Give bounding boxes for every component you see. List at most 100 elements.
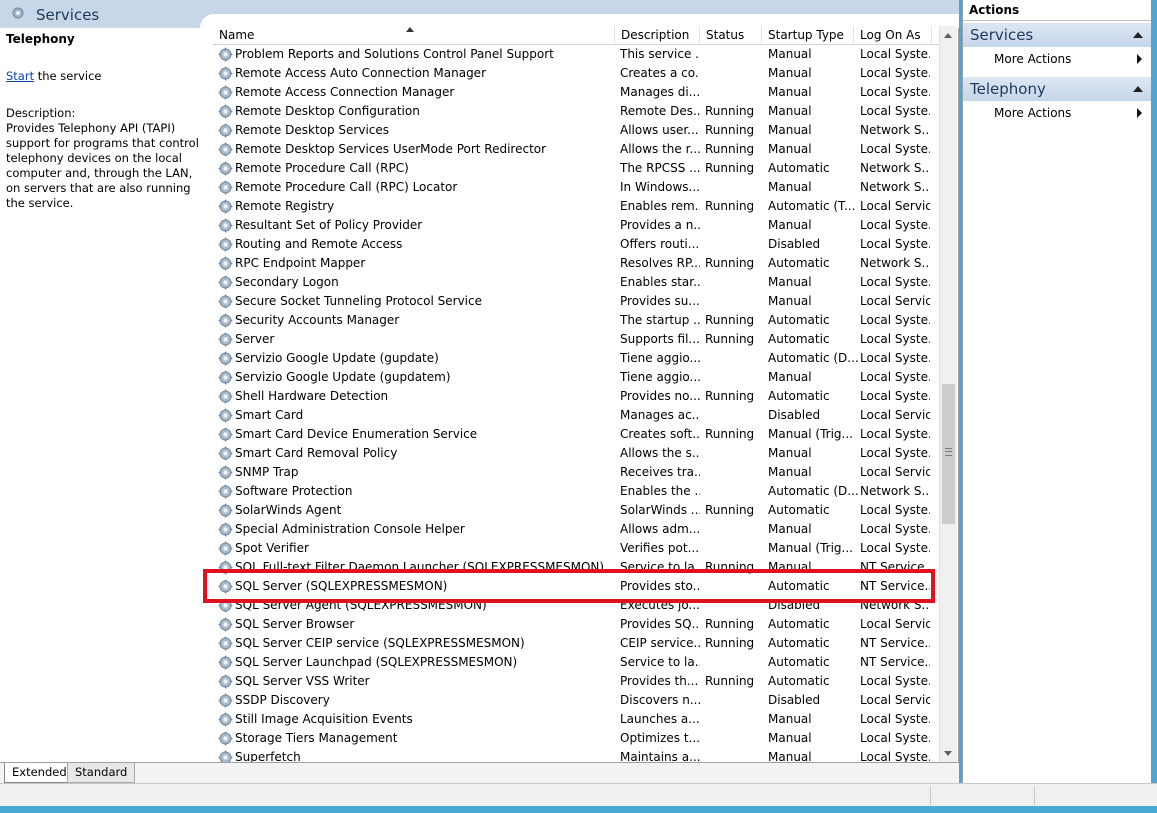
start-service-link[interactable]: Start (6, 69, 34, 83)
tab-standard[interactable]: Standard (67, 763, 136, 783)
service-status-cell: Running (705, 313, 755, 327)
service-startup-type-cell: Automatic (768, 617, 830, 631)
service-description-cell: Resolves RP... (620, 256, 700, 270)
table-row[interactable]: Servizio Google Update (gupdatem) Tiene a… (213, 368, 941, 387)
service-name-cell: SSDP Discovery (235, 693, 330, 707)
scroll-up-button[interactable] (940, 27, 957, 44)
table-row[interactable]: Security Accounts Manager The startup ...… (213, 311, 941, 330)
collapse-icon[interactable] (1133, 32, 1143, 38)
service-startup-type-cell: Manual (768, 370, 812, 384)
actions-group-telephony[interactable]: Telephony (963, 77, 1151, 101)
actions-group-services[interactable]: Services (963, 23, 1151, 47)
table-row[interactable]: Shell Hardware Detection Provides no... Ru… (213, 387, 941, 406)
service-startup-type-cell: Automatic (T... (768, 199, 856, 213)
table-row[interactable]: Problem Reports and Solutions Control Pa… (213, 45, 941, 64)
table-row[interactable]: SolarWinds Agent SolarWinds ... Running Aut… (213, 501, 941, 520)
gear-icon (218, 693, 233, 708)
more-actions-services[interactable]: More Actions (963, 47, 1151, 71)
table-row[interactable]: Spot Verifier Verifies pot... Manual (Trig… (213, 539, 941, 558)
service-name-cell: Remote Desktop Services UserMode Port Re… (235, 142, 547, 156)
chevron-down-icon (944, 751, 952, 756)
table-row[interactable]: Storage Tiers Management Optimizes t... Ma… (213, 729, 941, 748)
gear-icon (218, 579, 233, 594)
table-row[interactable]: SQL Server Launchpad (SQLEXPRESSMESMON) S… (213, 653, 941, 672)
service-logon-cell: NT Service... (860, 636, 930, 650)
service-startup-type-cell: Manual (Trig... (768, 427, 853, 441)
service-name-cell: SQL Full-text Filter Daemon Launcher (SQ… (235, 560, 605, 574)
scrollbar-thumb[interactable] (942, 384, 955, 524)
table-row[interactable]: Remote Procedure Call (RPC) The RPCSS ...… (213, 159, 941, 178)
service-logon-cell: Local Syste... (860, 47, 930, 61)
gear-icon (218, 636, 233, 651)
table-row[interactable]: SQL Server Agent (SQLEXPRESSMESMON) Execu… (213, 596, 941, 615)
service-status-cell: Running (705, 104, 755, 118)
service-status-cell (705, 653, 765, 672)
service-description-cell: Verifies pot... (620, 541, 700, 555)
service-description-cell: Optimizes t... (620, 731, 700, 745)
table-row[interactable]: Remote Desktop Services UserMode Port Re… (213, 140, 941, 159)
service-startup-type-cell: Automatic (768, 332, 830, 346)
table-row[interactable]: Servizio Google Update (gupdate) Tiene ag… (213, 349, 941, 368)
service-name-cell: RPC Endpoint Mapper (235, 256, 366, 270)
table-row[interactable]: Remote Registry Enables rem... Running Auto… (213, 197, 941, 216)
service-logon-cell: Network S... (860, 598, 930, 612)
table-row[interactable]: SNMP Trap Receives tra... Manual Local Serv… (213, 463, 941, 482)
table-row[interactable]: SQL Server CEIP service (SQLEXPRESSMESMO… (213, 634, 941, 653)
service-status-cell: Running (705, 389, 755, 403)
status-bar (0, 783, 1157, 806)
column-header-name[interactable]: Name (213, 26, 615, 45)
table-row[interactable]: Secure Socket Tunneling Protocol Service… (213, 292, 941, 311)
service-description-cell: Provides th... (620, 674, 699, 688)
collapse-icon[interactable] (1133, 86, 1143, 92)
column-header-description[interactable]: Description (615, 26, 700, 45)
more-actions-telephony[interactable]: More Actions (963, 101, 1151, 125)
table-row[interactable]: SSDP Discovery Discovers n... Disabled Loca… (213, 691, 941, 710)
vertical-scrollbar[interactable] (939, 26, 957, 762)
service-status-cell (705, 482, 765, 501)
gear-icon (218, 180, 233, 195)
table-row[interactable]: SQL Server (SQLEXPRESSMESMON) Provides st… (213, 577, 941, 596)
table-row[interactable]: SQL Server VSS Writer Provides th... Runni… (213, 672, 941, 691)
table-row[interactable]: Smart Card Device Enumeration Service Cre… (213, 425, 941, 444)
table-row[interactable]: Smart Card Manages ac... Disabled Local Ser… (213, 406, 941, 425)
service-logon-cell: Local Syste... (860, 712, 930, 726)
service-description-cell: Allows the s... (620, 446, 700, 460)
gear-icon (218, 446, 233, 461)
table-row[interactable]: Secondary Logon Enables star... Manual Loca… (213, 273, 941, 292)
gear-icon (218, 617, 233, 632)
table-row[interactable]: Smart Card Removal Policy Allows the s...… (213, 444, 941, 463)
table-row[interactable]: Software Protection Enables the ... Automa… (213, 482, 941, 501)
table-row[interactable]: SQL Full-text Filter Daemon Launcher (SQ… (213, 558, 941, 577)
table-row[interactable]: Remote Access Connection Manager Manages … (213, 83, 941, 102)
table-row[interactable]: RPC Endpoint Mapper Resolves RP... Running… (213, 254, 941, 273)
scroll-down-button[interactable] (940, 745, 957, 762)
gear-icon (218, 237, 233, 252)
service-description-cell: Provides SQ... (620, 617, 700, 631)
table-row[interactable]: Superfetch Maintains a... Manual Local Syst… (213, 748, 941, 762)
table-row[interactable]: Remote Desktop Services Allows user... Run… (213, 121, 941, 140)
tab-extended[interactable]: Extended (4, 763, 75, 783)
actions-title: Actions (963, 0, 1151, 21)
table-row[interactable]: Routing and Remote Access Offers routi...… (213, 235, 941, 254)
gear-icon (218, 256, 233, 271)
table-row[interactable]: Remote Access Auto Connection Manager Cre… (213, 64, 941, 83)
table-row[interactable]: Remote Desktop Configuration Remote Des..… (213, 102, 941, 121)
service-name-cell: Remote Access Connection Manager (235, 85, 455, 99)
service-logon-cell: Local Syste... (860, 351, 930, 365)
column-header-status[interactable]: Status (700, 26, 762, 45)
actions-group-label: Telephony (970, 80, 1046, 98)
service-logon-cell: Local Service (860, 465, 930, 479)
gear-icon (218, 598, 233, 613)
table-row[interactable]: Still Image Acquisition Events Launches a… (213, 710, 941, 729)
gear-icon (218, 503, 233, 518)
service-status-cell: Running (705, 332, 755, 346)
services-list[interactable]: Name Description Status Startup Type Log… (213, 26, 957, 762)
column-header-startup-type[interactable]: Startup Type (762, 26, 854, 45)
table-row[interactable]: SQL Server Browser Provides SQ... Running A… (213, 615, 941, 634)
table-row[interactable]: Server Supports fil... Running Automatic Loc… (213, 330, 941, 349)
column-header-log-on-as[interactable]: Log On As (854, 26, 932, 45)
table-row[interactable]: Resultant Set of Policy Provider Provides… (213, 216, 941, 235)
gear-icon (218, 351, 233, 366)
table-row[interactable]: Remote Procedure Call (RPC) Locator In Wi… (213, 178, 941, 197)
table-row[interactable]: Special Administration Console Helper All… (213, 520, 941, 539)
